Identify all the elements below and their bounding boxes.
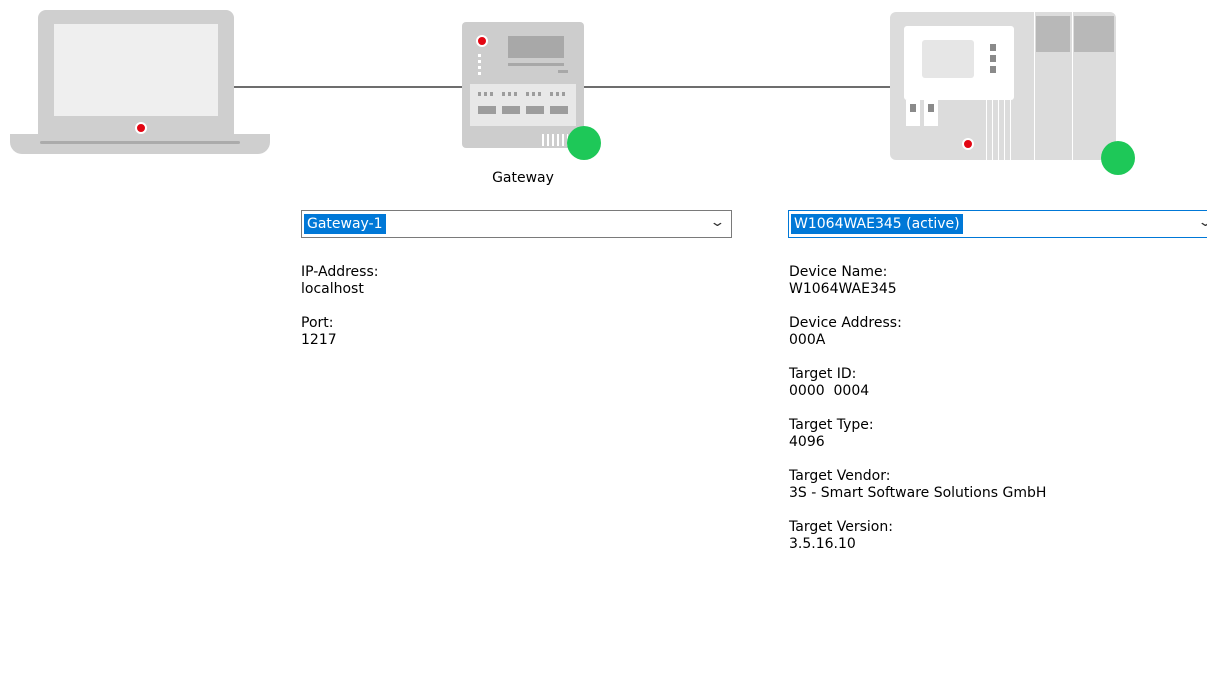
- network-port: [478, 106, 496, 114]
- plc-vent: [986, 100, 1014, 160]
- network-port: [502, 106, 520, 114]
- plc-led: [990, 55, 996, 62]
- field-label: Port:: [301, 315, 334, 331]
- network-port: [526, 106, 544, 114]
- plc-device-icon[interactable]: [890, 12, 1116, 160]
- laptop-indicator: [135, 122, 147, 134]
- plc-module-divider: [1072, 12, 1073, 160]
- field-label: Target Version:: [789, 519, 893, 535]
- target-vendor-field: Target Vendor: 3S - Smart Software Solut…: [789, 468, 1046, 502]
- target-type-field: Target Type: 4096: [789, 417, 1046, 451]
- chevron-down-icon[interactable]: ⌄: [709, 215, 725, 230]
- field-label: Target Vendor:: [789, 468, 891, 484]
- network-port: [550, 106, 568, 114]
- communication-settings-view: Gateway Gateway-1 ⌄ W1064WAE345 (active)…: [0, 0, 1207, 683]
- gateway-info: IP-Address: localhost Port: 1217: [301, 264, 378, 366]
- port-pins: [550, 92, 568, 96]
- gateway-select[interactable]: Gateway-1 ⌄: [301, 210, 732, 238]
- field-value: 000A: [789, 332, 826, 348]
- plc-switch: [906, 100, 920, 126]
- chevron-down-icon[interactable]: ⌄: [1197, 215, 1207, 230]
- port-pins: [478, 92, 496, 96]
- gateway-slot-small: [558, 70, 568, 73]
- field-label: Device Address:: [789, 315, 902, 331]
- laptop-hinge: [40, 141, 240, 144]
- device-info: Device Name: W1064WAE345 Device Address:…: [789, 264, 1046, 570]
- port-pins: [502, 92, 520, 96]
- gateway-led-column: [478, 54, 481, 76]
- gateway-port-field: Port: 1217: [301, 315, 378, 349]
- plc-switch: [924, 100, 938, 126]
- laptop-base: [10, 134, 270, 154]
- connection-line-computer-gateway: [234, 86, 462, 88]
- field-value: 3.5.16.10: [789, 536, 856, 552]
- gateway-status-icon: [567, 126, 601, 160]
- plc-display: [922, 40, 974, 78]
- field-value: 1217: [301, 332, 337, 348]
- plc-led: [990, 66, 996, 73]
- field-label: Target ID:: [789, 366, 857, 382]
- field-label: Device Name:: [789, 264, 888, 280]
- field-label: IP-Address:: [301, 264, 379, 280]
- laptop-display: [54, 24, 218, 116]
- gateway-select-value: Gateway-1: [304, 214, 386, 234]
- field-value: localhost: [301, 281, 364, 297]
- field-value: 4096: [789, 434, 825, 450]
- plc-module-top: [1074, 16, 1114, 52]
- gateway-indicator-led: [476, 35, 488, 47]
- plc-module-divider: [1034, 12, 1035, 160]
- plc-module-top: [1036, 16, 1070, 52]
- laptop-screen: [38, 10, 234, 134]
- gateway-vent: [542, 134, 568, 146]
- gateway-port-panel: [470, 84, 576, 126]
- field-value: W1064WAE345: [789, 281, 897, 297]
- device-select-value: W1064WAE345 (active): [791, 214, 963, 234]
- device-name-field: Device Name: W1064WAE345: [789, 264, 1046, 298]
- plc-front-panel: [904, 26, 1014, 100]
- plc-indicator-led: [962, 138, 974, 150]
- connection-line-gateway-device: [584, 86, 890, 88]
- gateway-ip-field: IP-Address: localhost: [301, 264, 378, 298]
- gateway-device-icon[interactable]: [462, 22, 584, 148]
- target-id-field: Target ID: 0000 0004: [789, 366, 1046, 400]
- device-select[interactable]: W1064WAE345 (active) ⌄: [788, 210, 1207, 238]
- port-pins: [526, 92, 544, 96]
- target-version-field: Target Version: 3.5.16.10: [789, 519, 1046, 553]
- gateway-slot: [508, 63, 564, 66]
- device-address-field: Device Address: 000A: [789, 315, 1046, 349]
- field-value: 3S - Smart Software Solutions GmbH: [789, 485, 1047, 501]
- gateway-display: [508, 36, 564, 58]
- plc-led: [990, 44, 996, 51]
- field-label: Target Type:: [789, 417, 874, 433]
- field-value: 0000 0004: [789, 383, 870, 399]
- device-status-icon: [1101, 141, 1135, 175]
- gateway-caption: Gateway: [492, 170, 554, 186]
